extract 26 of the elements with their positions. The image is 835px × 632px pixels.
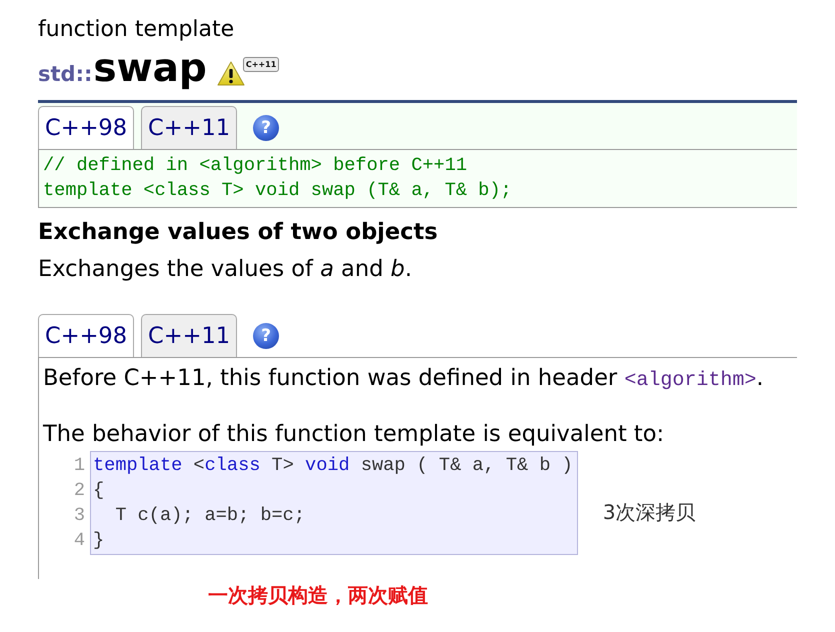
- function-name: swap: [93, 45, 207, 93]
- version-tab[interactable]: C++98: [38, 106, 134, 149]
- code-line: }: [93, 529, 106, 553]
- warning-icon: [216, 60, 245, 86]
- version-badge: C++11: [242, 56, 280, 72]
- version-tab[interactable]: C++11: [141, 314, 238, 357]
- line-number: 2: [72, 479, 85, 503]
- code-line: template <class T> void swap (T& a, T& b);: [43, 179, 513, 203]
- code-line: // defined in <algorithm> before C++11: [43, 154, 468, 178]
- version-tab[interactable]: C++11: [141, 106, 238, 149]
- line-number: 1: [72, 454, 85, 478]
- page-kicker: function template: [38, 16, 236, 44]
- line-number: 4: [72, 529, 85, 553]
- namespace-prefix: std::: [38, 62, 92, 86]
- section-heading: Exchange values of two objects: [38, 218, 439, 246]
- code-line: {: [93, 479, 106, 503]
- line-number: 3: [72, 504, 85, 528]
- body-text: The behavior of this function template is equivalent to:: [43, 420, 666, 448]
- header-link[interactable]: <algorithm>: [624, 369, 756, 392]
- version-tab[interactable]: C++98: [38, 314, 134, 357]
- summary-text: Exchanges the values of a and b.: [38, 255, 413, 283]
- body-text: Before C++11, this function was defined in header <algorithm>.: [43, 364, 765, 392]
- annotation-text: 一次拷贝构造，两次赋值: [208, 582, 429, 608]
- annotation-text: 3次深拷贝: [602, 499, 696, 526]
- code-line: template <class T> void swap ( T& a, T& b ): [93, 454, 573, 478]
- code-line: T c(a); a=b; b=c;: [114, 504, 306, 528]
